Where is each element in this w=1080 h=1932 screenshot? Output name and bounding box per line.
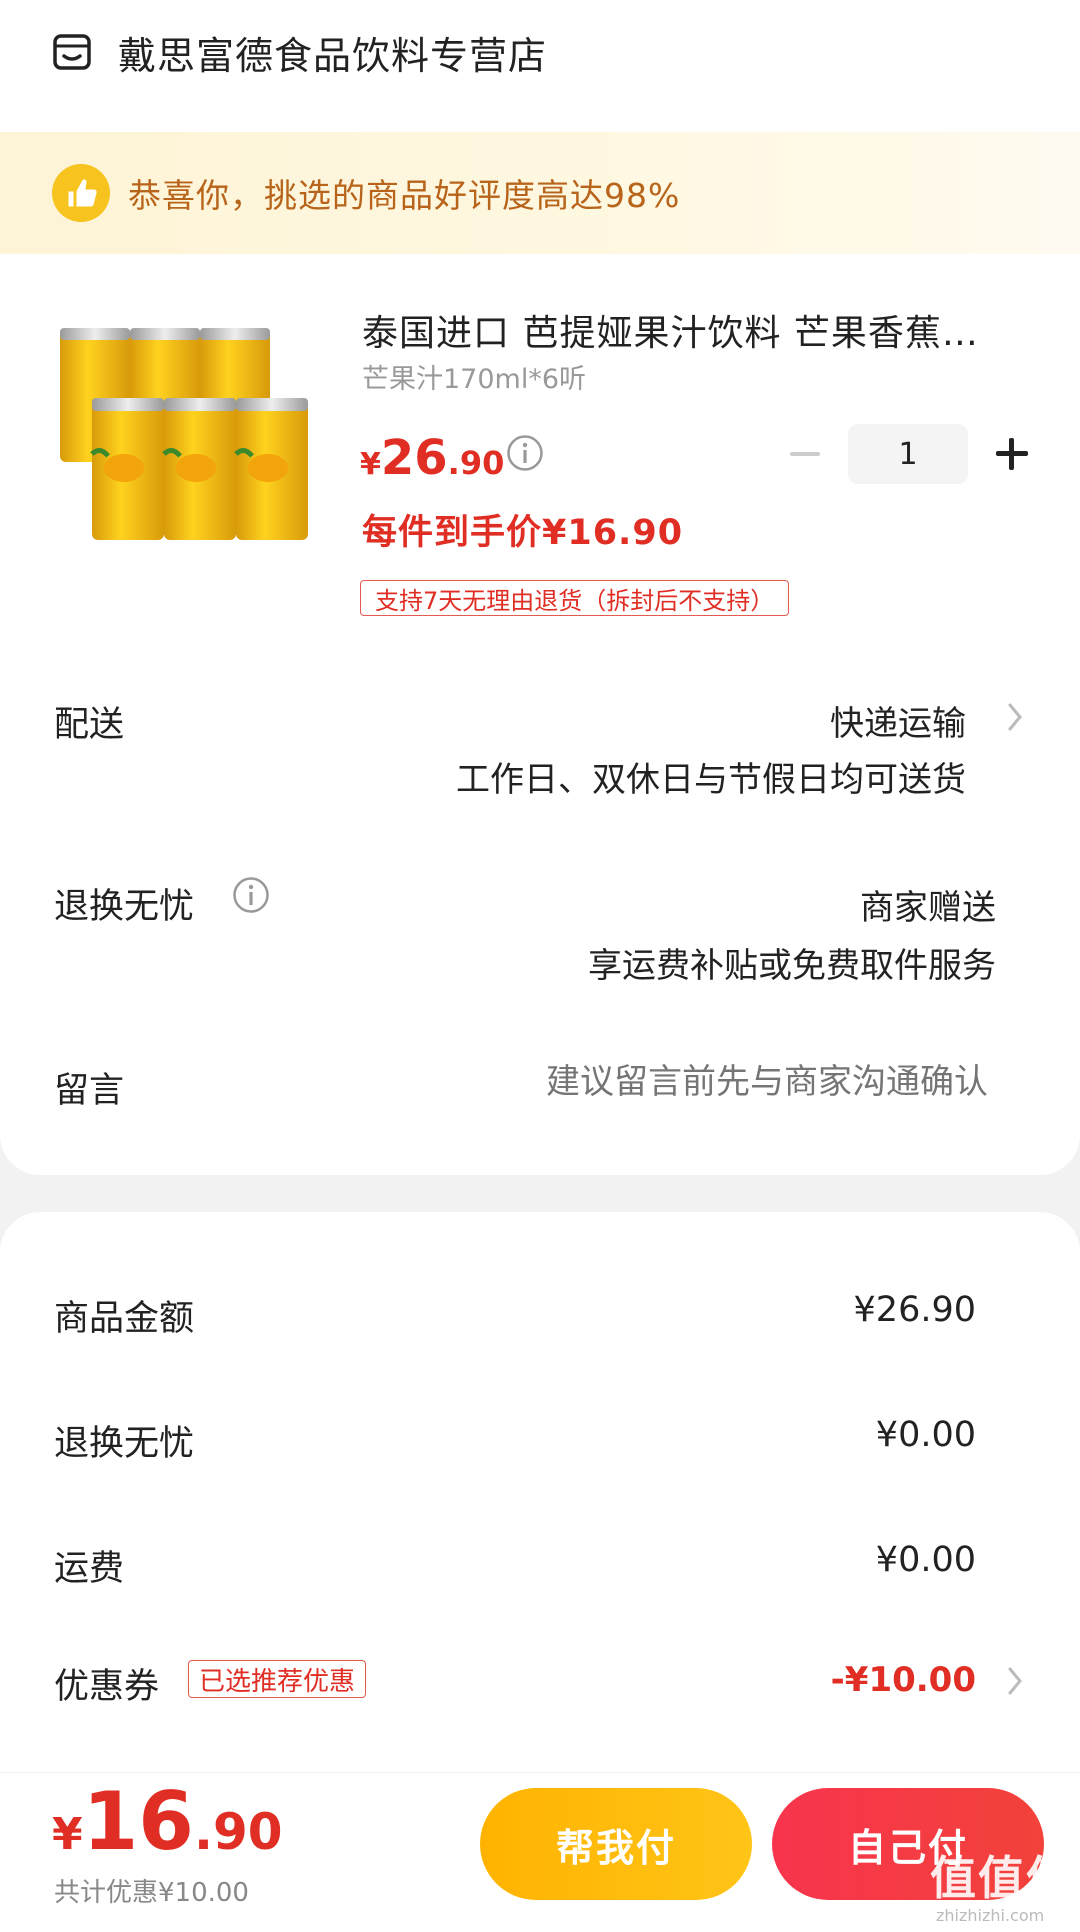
decrease-button[interactable] <box>786 434 826 474</box>
product-title[interactable]: 泰国进口 芭提娅果汁饮料 芒果香蕉… <box>362 304 1012 356</box>
return-service-note: 享运费补贴或免费取件服务 <box>588 946 996 986</box>
return-fee-value: ¥0.00 <box>875 1415 976 1455</box>
return-service-value: 商家赠送 <box>860 888 996 928</box>
message-input[interactable] <box>388 1062 988 1102</box>
chevron-right-icon[interactable] <box>1004 1664 1026 1698</box>
product-image[interactable] <box>52 318 320 546</box>
goods-amount-label: 商品金额 <box>54 1299 195 1339</box>
price-decimal: .90 <box>447 444 505 482</box>
banner-text: 恭喜你，挑选的商品好评度高达98% <box>128 176 681 215</box>
quantity-value[interactable]: 1 <box>848 424 968 484</box>
checkout-page: { "store": {"name": "戴思富德食品饮料专营店", "icon… <box>0 0 1080 1932</box>
total-integer: 16 <box>82 1775 194 1868</box>
store-header[interactable]: 戴思富德食品饮料专营店 <box>52 24 547 80</box>
delivery-note: 工作日、双休日与节假日均可送货 <box>456 760 966 800</box>
total-price: ¥ 16 .90 <box>52 1782 283 1862</box>
store-icon <box>53 34 91 70</box>
store-name: 戴思富德食品饮料专营店 <box>118 33 548 78</box>
coupon-tag[interactable]: 已选推荐优惠 <box>188 1660 367 1698</box>
total-saved: 共计优惠¥10.00 <box>54 1878 249 1908</box>
shipping-value: ¥0.00 <box>875 1540 976 1580</box>
total-currency: ¥ <box>52 1809 83 1860</box>
product-price: ¥ 26 .90 <box>360 430 504 486</box>
watermark-url: zhizhizhi.com <box>936 1906 1045 1925</box>
thumbs-up-icon <box>52 164 110 222</box>
chevron-right-icon[interactable] <box>1004 700 1026 734</box>
goods-amount-value: ¥26.90 <box>853 1290 976 1330</box>
total-decimal: .90 <box>193 1803 283 1861</box>
return-policy-tag: 支持7天无理由退货（拆封后不支持） <box>360 580 790 616</box>
delivery-label: 配送 <box>54 705 125 745</box>
info-icon[interactable] <box>506 434 544 472</box>
delivery-method[interactable]: 快递运输 <box>830 696 966 745</box>
product-spec[interactable]: 芒果汁170ml*6听 <box>362 357 586 396</box>
shipping-label: 运费 <box>54 1549 125 1589</box>
message-label: 留言 <box>54 1071 125 1111</box>
price-currency: ¥ <box>360 447 381 482</box>
order-card: 戴思富德食品饮料专营店 恭喜你，挑选的商品好评度高达98% 泰国进口 芭提娅果汁… <box>0 0 1080 1175</box>
quantity-stepper: 1 <box>786 424 1034 484</box>
increase-button[interactable] <box>990 432 1034 476</box>
coupon-label: 优惠券 <box>54 1667 160 1707</box>
return-fee-label: 退换无忧 <box>54 1424 195 1464</box>
price-integer: 26 <box>380 430 448 486</box>
help-pay-button[interactable]: 帮我付 <box>480 1788 752 1900</box>
return-service-label: 退换无忧 <box>54 887 195 927</box>
coupon-value[interactable]: -¥10.00 <box>831 1660 976 1700</box>
final-price: 每件到手价¥16.90 <box>362 513 684 553</box>
watermark-logo: 值值值 <box>930 1851 1074 1905</box>
info-icon[interactable] <box>232 876 270 914</box>
rating-banner: 恭喜你，挑选的商品好评度高达98% <box>0 132 1080 254</box>
